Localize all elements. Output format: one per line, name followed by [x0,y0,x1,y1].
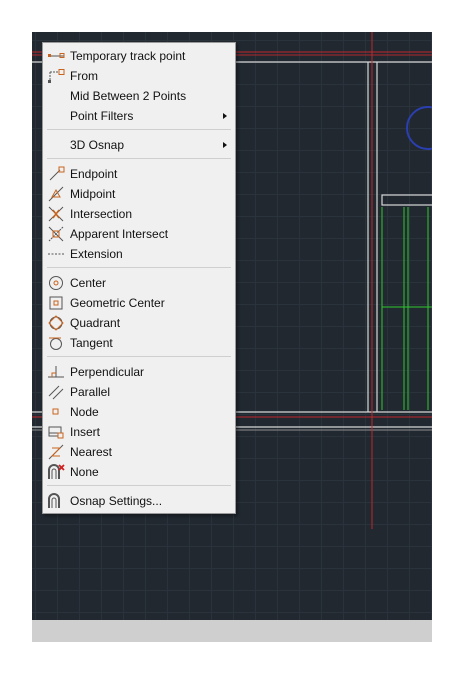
menu-item-none[interactable]: None [43,462,235,482]
menu-item-label: Point Filters [70,109,134,123]
submenu-arrow-icon [223,142,227,148]
menu-item-3d-osnap[interactable]: 3D Osnap [43,135,235,155]
from-icon [47,68,65,84]
menu-item-label: Nearest [70,445,113,459]
menu-item-label: Tangent [70,336,113,350]
menu-item-geometric-center[interactable]: Geometric Center [43,293,235,313]
menu-item-label: Midpoint [70,187,116,201]
menu-separator [47,267,231,268]
endpoint-icon [47,166,65,182]
menu-item-mid-between-2-points[interactable]: Mid Between 2 Points [43,86,235,106]
status-bar [32,620,432,642]
menu-item-osnap-settings[interactable]: Osnap Settings... [43,491,235,511]
extension-icon [47,246,65,262]
menu-item-label: Quadrant [70,316,121,330]
menu-item-perpendicular[interactable]: Perpendicular [43,362,235,382]
submenu-arrow-icon [223,113,227,119]
menu-item-label: None [70,465,99,479]
menu-item-midpoint[interactable]: Midpoint [43,184,235,204]
insert-icon [47,424,65,440]
menu-item-label: Temporary track point [70,49,186,63]
menu-item-point-filters[interactable]: Point Filters [43,106,235,126]
menu-item-insert[interactable]: Insert [43,422,235,442]
menu-item-label: Intersection [70,207,133,221]
menu-separator [47,356,231,357]
perpendicular-icon [47,364,65,380]
menu-item-quadrant[interactable]: Quadrant [43,313,235,333]
menu-item-apparent-intersect[interactable]: Apparent Intersect [43,224,235,244]
menu-item-label: Extension [70,247,123,261]
menu-item-nearest[interactable]: Nearest [43,442,235,462]
menu-item-label: Center [70,276,107,290]
nearest-icon [47,444,65,460]
menu-item-endpoint[interactable]: Endpoint [43,164,235,184]
menu-item-tangent[interactable]: Tangent [43,333,235,353]
midpoint-icon [47,186,65,202]
geometric-center-icon [47,295,65,311]
menu-item-label: Parallel [70,385,111,399]
menu-item-label: Endpoint [70,167,118,181]
menu-item-label: 3D Osnap [70,138,125,152]
menu-item-label: Node [70,405,99,419]
intersection-icon [47,206,65,222]
menu-item-label: Mid Between 2 Points [70,89,187,103]
menu-item-label: Osnap Settings... [70,494,163,508]
menu-item-label: Insert [70,425,101,439]
quadrant-icon [47,315,65,331]
osnap-context-menu: Temporary track point From Mid Between 2… [42,42,236,514]
menu-item-from[interactable]: From [43,66,235,86]
menu-item-label: Apparent Intersect [70,227,169,241]
center-icon [47,275,65,291]
tangent-icon [47,335,65,351]
menu-separator [47,485,231,486]
menu-item-parallel[interactable]: Parallel [43,382,235,402]
menu-item-label: From [70,69,98,83]
osnap-settings-icon [47,493,65,509]
menu-item-center[interactable]: Center [43,273,235,293]
menu-item-intersection[interactable]: Intersection [43,204,235,224]
menu-item-label: Geometric Center [70,296,165,310]
temporary-track-point-icon [47,48,65,64]
none-icon [47,464,65,480]
node-icon [47,404,65,420]
menu-item-node[interactable]: Node [43,402,235,422]
parallel-icon [47,384,65,400]
menu-item-extension[interactable]: Extension [43,244,235,264]
menu-item-temporary-track-point[interactable]: Temporary track point [43,46,235,66]
menu-item-label: Perpendicular [70,365,145,379]
apparent-intersect-icon [47,226,65,242]
menu-separator [47,158,231,159]
menu-separator [47,129,231,130]
